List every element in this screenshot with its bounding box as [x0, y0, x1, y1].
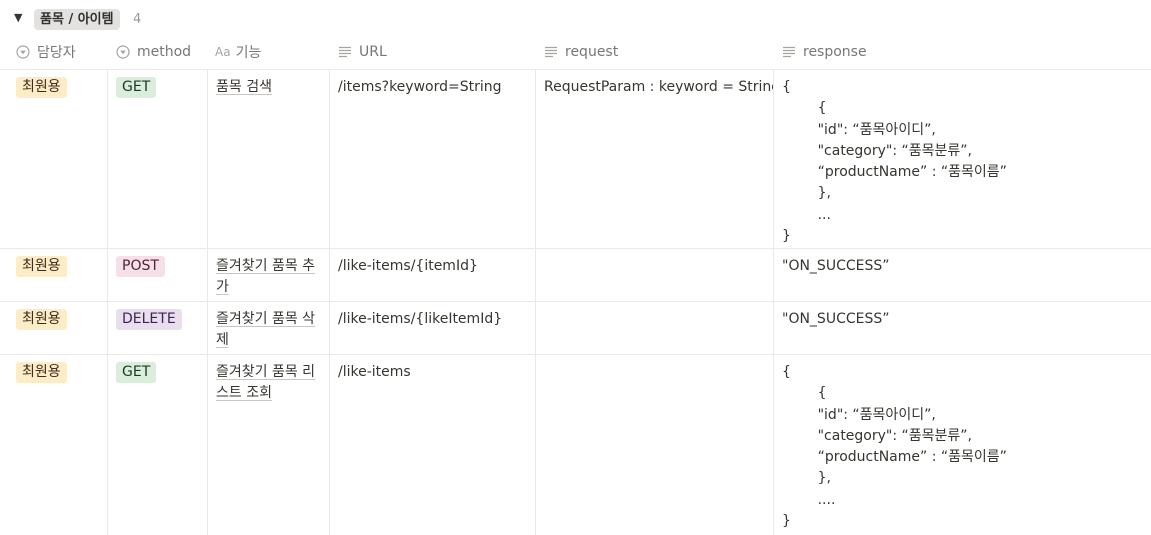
method-tag: DELETE	[116, 309, 182, 330]
select-icon	[116, 44, 130, 59]
feature-title[interactable]: 즐겨찾기 품목 리스트 조회	[216, 364, 315, 401]
title-icon: Aa	[215, 44, 231, 59]
response-text: "ON_SUCCESS”	[782, 258, 890, 274]
response-text: "ON_SUCCESS”	[782, 311, 890, 327]
cell-response[interactable]: "ON_SUCCESS”	[774, 302, 1151, 354]
cell-method[interactable]: GET	[108, 70, 208, 248]
cell-url[interactable]: /items?keyword=String	[330, 70, 536, 248]
owner-tag: 최원용	[16, 256, 67, 277]
cell-owner[interactable]: 최원용	[8, 70, 108, 248]
column-header-method[interactable]: method	[116, 34, 191, 69]
cell-url[interactable]: /like-items	[330, 355, 536, 535]
column-header-feature[interactable]: Aa 기능	[215, 34, 261, 69]
url-text: /like-items	[338, 364, 411, 380]
cell-feature[interactable]: 품목 검색	[208, 70, 330, 248]
table-row[interactable]: 최원용 DELETE 즐겨찾기 품목 삭제 /like-items/{likeI…	[0, 302, 1151, 355]
cell-url[interactable]: /like-items/{likeItemId}	[330, 302, 536, 354]
column-header-response[interactable]: response	[782, 34, 867, 69]
column-header-url[interactable]: URL	[338, 34, 387, 69]
response-text: { { "id": “품목아이디”, "category": “품목분류”, “…	[782, 364, 1007, 530]
method-tag: POST	[116, 256, 165, 277]
text-lines-icon	[545, 46, 557, 57]
collapse-toggle-icon[interactable]: ▼	[14, 11, 26, 25]
response-text: { { "id": “품목아이디”, "category": “품목분류”, “…	[782, 79, 1007, 245]
column-header-owner[interactable]: 담당자	[16, 34, 76, 69]
column-label: method	[137, 43, 192, 60]
column-label: 기능	[235, 44, 262, 61]
cell-feature[interactable]: 즐겨찾기 품목 리스트 조회	[208, 355, 330, 535]
cell-url[interactable]: /like-items/{itemId}	[330, 249, 536, 301]
table-row[interactable]: 최원용 GET 즐겨찾기 품목 리스트 조회 /like-items { { "…	[0, 355, 1151, 535]
feature-title[interactable]: 즐겨찾기 품목 삭제	[216, 311, 315, 348]
url-text: /like-items/{itemId}	[338, 258, 478, 274]
cell-feature[interactable]: 즐겨찾기 품목 추가	[208, 249, 330, 301]
owner-tag: 최원용	[16, 309, 67, 330]
cell-method[interactable]: POST	[108, 249, 208, 301]
cell-request[interactable]: RequestParam : keyword = String	[536, 70, 774, 248]
column-label: 담당자	[37, 44, 76, 61]
column-header-request[interactable]: request	[544, 34, 618, 69]
group-name-badge[interactable]: 품목 / 아이템	[34, 9, 120, 30]
cell-response[interactable]: { { "id": “품목아이디”, "category": “품목분류”, “…	[774, 70, 1151, 248]
cell-owner[interactable]: 최원용	[8, 249, 108, 301]
table-row[interactable]: 최원용 GET 품목 검색 /items?keyword=String Requ…	[0, 70, 1151, 249]
text-lines-icon	[339, 46, 351, 57]
cell-request[interactable]	[536, 302, 774, 354]
method-tag: GET	[116, 362, 157, 383]
cell-feature[interactable]: 즐겨찾기 품목 삭제	[208, 302, 330, 354]
column-label: URL	[359, 43, 387, 60]
feature-title[interactable]: 품목 검색	[216, 79, 272, 95]
feature-title[interactable]: 즐겨찾기 품목 추가	[216, 258, 315, 295]
cell-method[interactable]: DELETE	[108, 302, 208, 354]
owner-tag: 최원용	[16, 362, 67, 383]
cell-response[interactable]: "ON_SUCCESS”	[774, 249, 1151, 301]
column-label: response	[803, 43, 867, 60]
table-row[interactable]: 최원용 POST 즐겨찾기 품목 추가 /like-items/{itemId}…	[0, 249, 1151, 302]
url-text: /items?keyword=String	[338, 79, 502, 95]
cell-owner[interactable]: 최원용	[8, 302, 108, 354]
cell-method[interactable]: GET	[108, 355, 208, 535]
cell-request[interactable]	[536, 249, 774, 301]
select-icon	[16, 44, 30, 59]
method-tag: GET	[116, 77, 157, 98]
cell-owner[interactable]: 최원용	[8, 355, 108, 535]
cell-response[interactable]: { { "id": “품목아이디”, "category": “품목분류”, “…	[774, 355, 1151, 535]
column-label: request	[565, 43, 619, 60]
request-text: RequestParam : keyword = String	[544, 79, 774, 95]
cell-request[interactable]	[536, 355, 774, 535]
group-header: ▼ 품목 / 아이템 4	[0, 0, 1151, 38]
text-lines-icon	[783, 46, 795, 57]
owner-tag: 최원용	[16, 77, 67, 98]
group-count: 4	[133, 12, 142, 27]
table-header: 담당자 method Aa 기능 URL request response	[0, 34, 1151, 70]
url-text: /like-items/{likeItemId}	[338, 311, 503, 327]
